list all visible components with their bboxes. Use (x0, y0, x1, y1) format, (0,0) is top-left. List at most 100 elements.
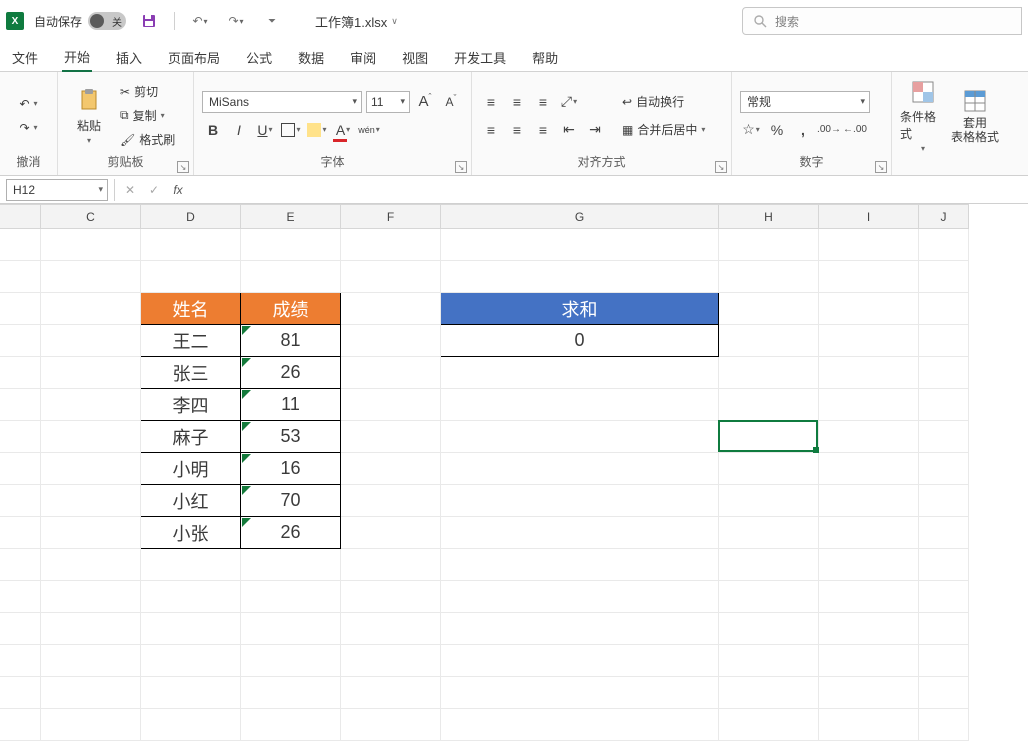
cell-H16[interactable] (719, 549, 819, 581)
font-launcher[interactable]: ↘ (455, 161, 467, 173)
tab-home[interactable]: 开始 (62, 41, 92, 72)
cell-J20[interactable] (919, 677, 969, 709)
cell-J19[interactable] (919, 645, 969, 677)
cell-B14[interactable] (0, 485, 41, 517)
cell-G8[interactable]: 求和 (441, 293, 719, 325)
cell-H7[interactable] (719, 261, 819, 293)
merge-center-button[interactable]: ▦ 合并后居中▾ (620, 119, 707, 141)
cell-F21[interactable] (341, 709, 441, 741)
tab-review[interactable]: 审阅 (348, 42, 378, 71)
cell-E12[interactable]: 53 (241, 421, 341, 453)
cell-C12[interactable] (41, 421, 141, 453)
cell-B11[interactable] (0, 389, 41, 421)
fill-color-button[interactable]: ▾ (306, 119, 328, 141)
align-middle-button[interactable]: ≡ (506, 91, 528, 113)
cell-B17[interactable] (0, 581, 41, 613)
cut-button[interactable]: ✂ 剪切 (118, 81, 177, 103)
save-button[interactable] (136, 8, 162, 34)
cell-D6[interactable] (141, 229, 241, 261)
cell-J10[interactable] (919, 357, 969, 389)
cell-F20[interactable] (341, 677, 441, 709)
undo-button[interactable]: ↶▾ (187, 8, 213, 34)
cell-G13[interactable] (441, 453, 719, 485)
cell-H21[interactable] (719, 709, 819, 741)
undo-menu[interactable]: ↶ ▾ (17, 93, 39, 115)
column-header-C[interactable]: C (41, 205, 141, 229)
number-launcher[interactable]: ↘ (875, 161, 887, 173)
wrap-text-button[interactable]: ↩ 自动换行 (620, 91, 707, 113)
cell-C18[interactable] (41, 613, 141, 645)
cell-J12[interactable] (919, 421, 969, 453)
cell-B6[interactable] (0, 229, 41, 261)
cell-C13[interactable] (41, 453, 141, 485)
cell-D17[interactable] (141, 581, 241, 613)
increase-indent-button[interactable]: ⇥ (584, 119, 606, 141)
cell-B18[interactable] (0, 613, 41, 645)
align-center-button[interactable]: ≡ (506, 119, 528, 141)
cell-E20[interactable] (241, 677, 341, 709)
cell-E14[interactable]: 70 (241, 485, 341, 517)
cell-D21[interactable] (141, 709, 241, 741)
cell-E6[interactable] (241, 229, 341, 261)
cell-H19[interactable] (719, 645, 819, 677)
column-header-G[interactable]: G (441, 205, 719, 229)
cell-J11[interactable] (919, 389, 969, 421)
tab-developer[interactable]: 开发工具 (452, 42, 508, 71)
cell-F15[interactable] (341, 517, 441, 549)
cell-C11[interactable] (41, 389, 141, 421)
cell-I7[interactable] (819, 261, 919, 293)
cell-G9[interactable]: 0 (441, 325, 719, 357)
cell-F10[interactable] (341, 357, 441, 389)
cell-G19[interactable] (441, 645, 719, 677)
cell-C10[interactable] (41, 357, 141, 389)
cell-E8[interactable]: 成绩 (241, 293, 341, 325)
italic-button[interactable]: I (228, 119, 250, 141)
cell-H14[interactable] (719, 485, 819, 517)
cell-H18[interactable] (719, 613, 819, 645)
cell-G6[interactable] (441, 229, 719, 261)
redo-menu[interactable]: ↷ ▾ (17, 117, 39, 139)
clipboard-launcher[interactable]: ↘ (177, 161, 189, 173)
cell-D14[interactable]: 小红 (141, 485, 241, 517)
accounting-format-button[interactable]: ☆▾ (740, 119, 762, 141)
font-name-select[interactable]: MiSans (202, 91, 362, 113)
cell-D9[interactable]: 王二 (141, 325, 241, 357)
column-header-J[interactable]: J (919, 205, 969, 229)
cell-F18[interactable] (341, 613, 441, 645)
conditional-formatting-button[interactable]: 条件格式▾ (900, 78, 946, 153)
cell-I8[interactable] (819, 293, 919, 325)
cell-D10[interactable]: 张三 (141, 357, 241, 389)
underline-button[interactable]: U▾ (254, 119, 276, 141)
cell-C14[interactable] (41, 485, 141, 517)
cell-D20[interactable] (141, 677, 241, 709)
cell-F7[interactable] (341, 261, 441, 293)
autosave-toggle[interactable]: 关 (88, 12, 126, 30)
column-header-H[interactable]: H (719, 205, 819, 229)
tab-data[interactable]: 数据 (296, 42, 326, 71)
cell-E9[interactable]: 81 (241, 325, 341, 357)
cell-E11[interactable]: 11 (241, 389, 341, 421)
cell-F14[interactable] (341, 485, 441, 517)
cell-E18[interactable] (241, 613, 341, 645)
format-painter-button[interactable]: 🖌 格式刷 (118, 129, 177, 151)
font-size-select[interactable]: 11 (366, 91, 410, 113)
cell-C8[interactable] (41, 293, 141, 325)
align-bottom-button[interactable]: ≡ (532, 91, 554, 113)
cell-C21[interactable] (41, 709, 141, 741)
tab-view[interactable]: 视图 (400, 42, 430, 71)
cell-J18[interactable] (919, 613, 969, 645)
cell-E15[interactable]: 26 (241, 517, 341, 549)
align-top-button[interactable]: ≡ (480, 91, 502, 113)
cell-J17[interactable] (919, 581, 969, 613)
cell-D16[interactable] (141, 549, 241, 581)
cell-G14[interactable] (441, 485, 719, 517)
cell-J9[interactable] (919, 325, 969, 357)
cell-I17[interactable] (819, 581, 919, 613)
cell-I20[interactable] (819, 677, 919, 709)
tab-insert[interactable]: 插入 (114, 42, 144, 71)
cell-B16[interactable] (0, 549, 41, 581)
copy-button[interactable]: ⧉ 复制▾ (118, 105, 177, 127)
cell-I15[interactable] (819, 517, 919, 549)
cell-G7[interactable] (441, 261, 719, 293)
cell-J14[interactable] (919, 485, 969, 517)
